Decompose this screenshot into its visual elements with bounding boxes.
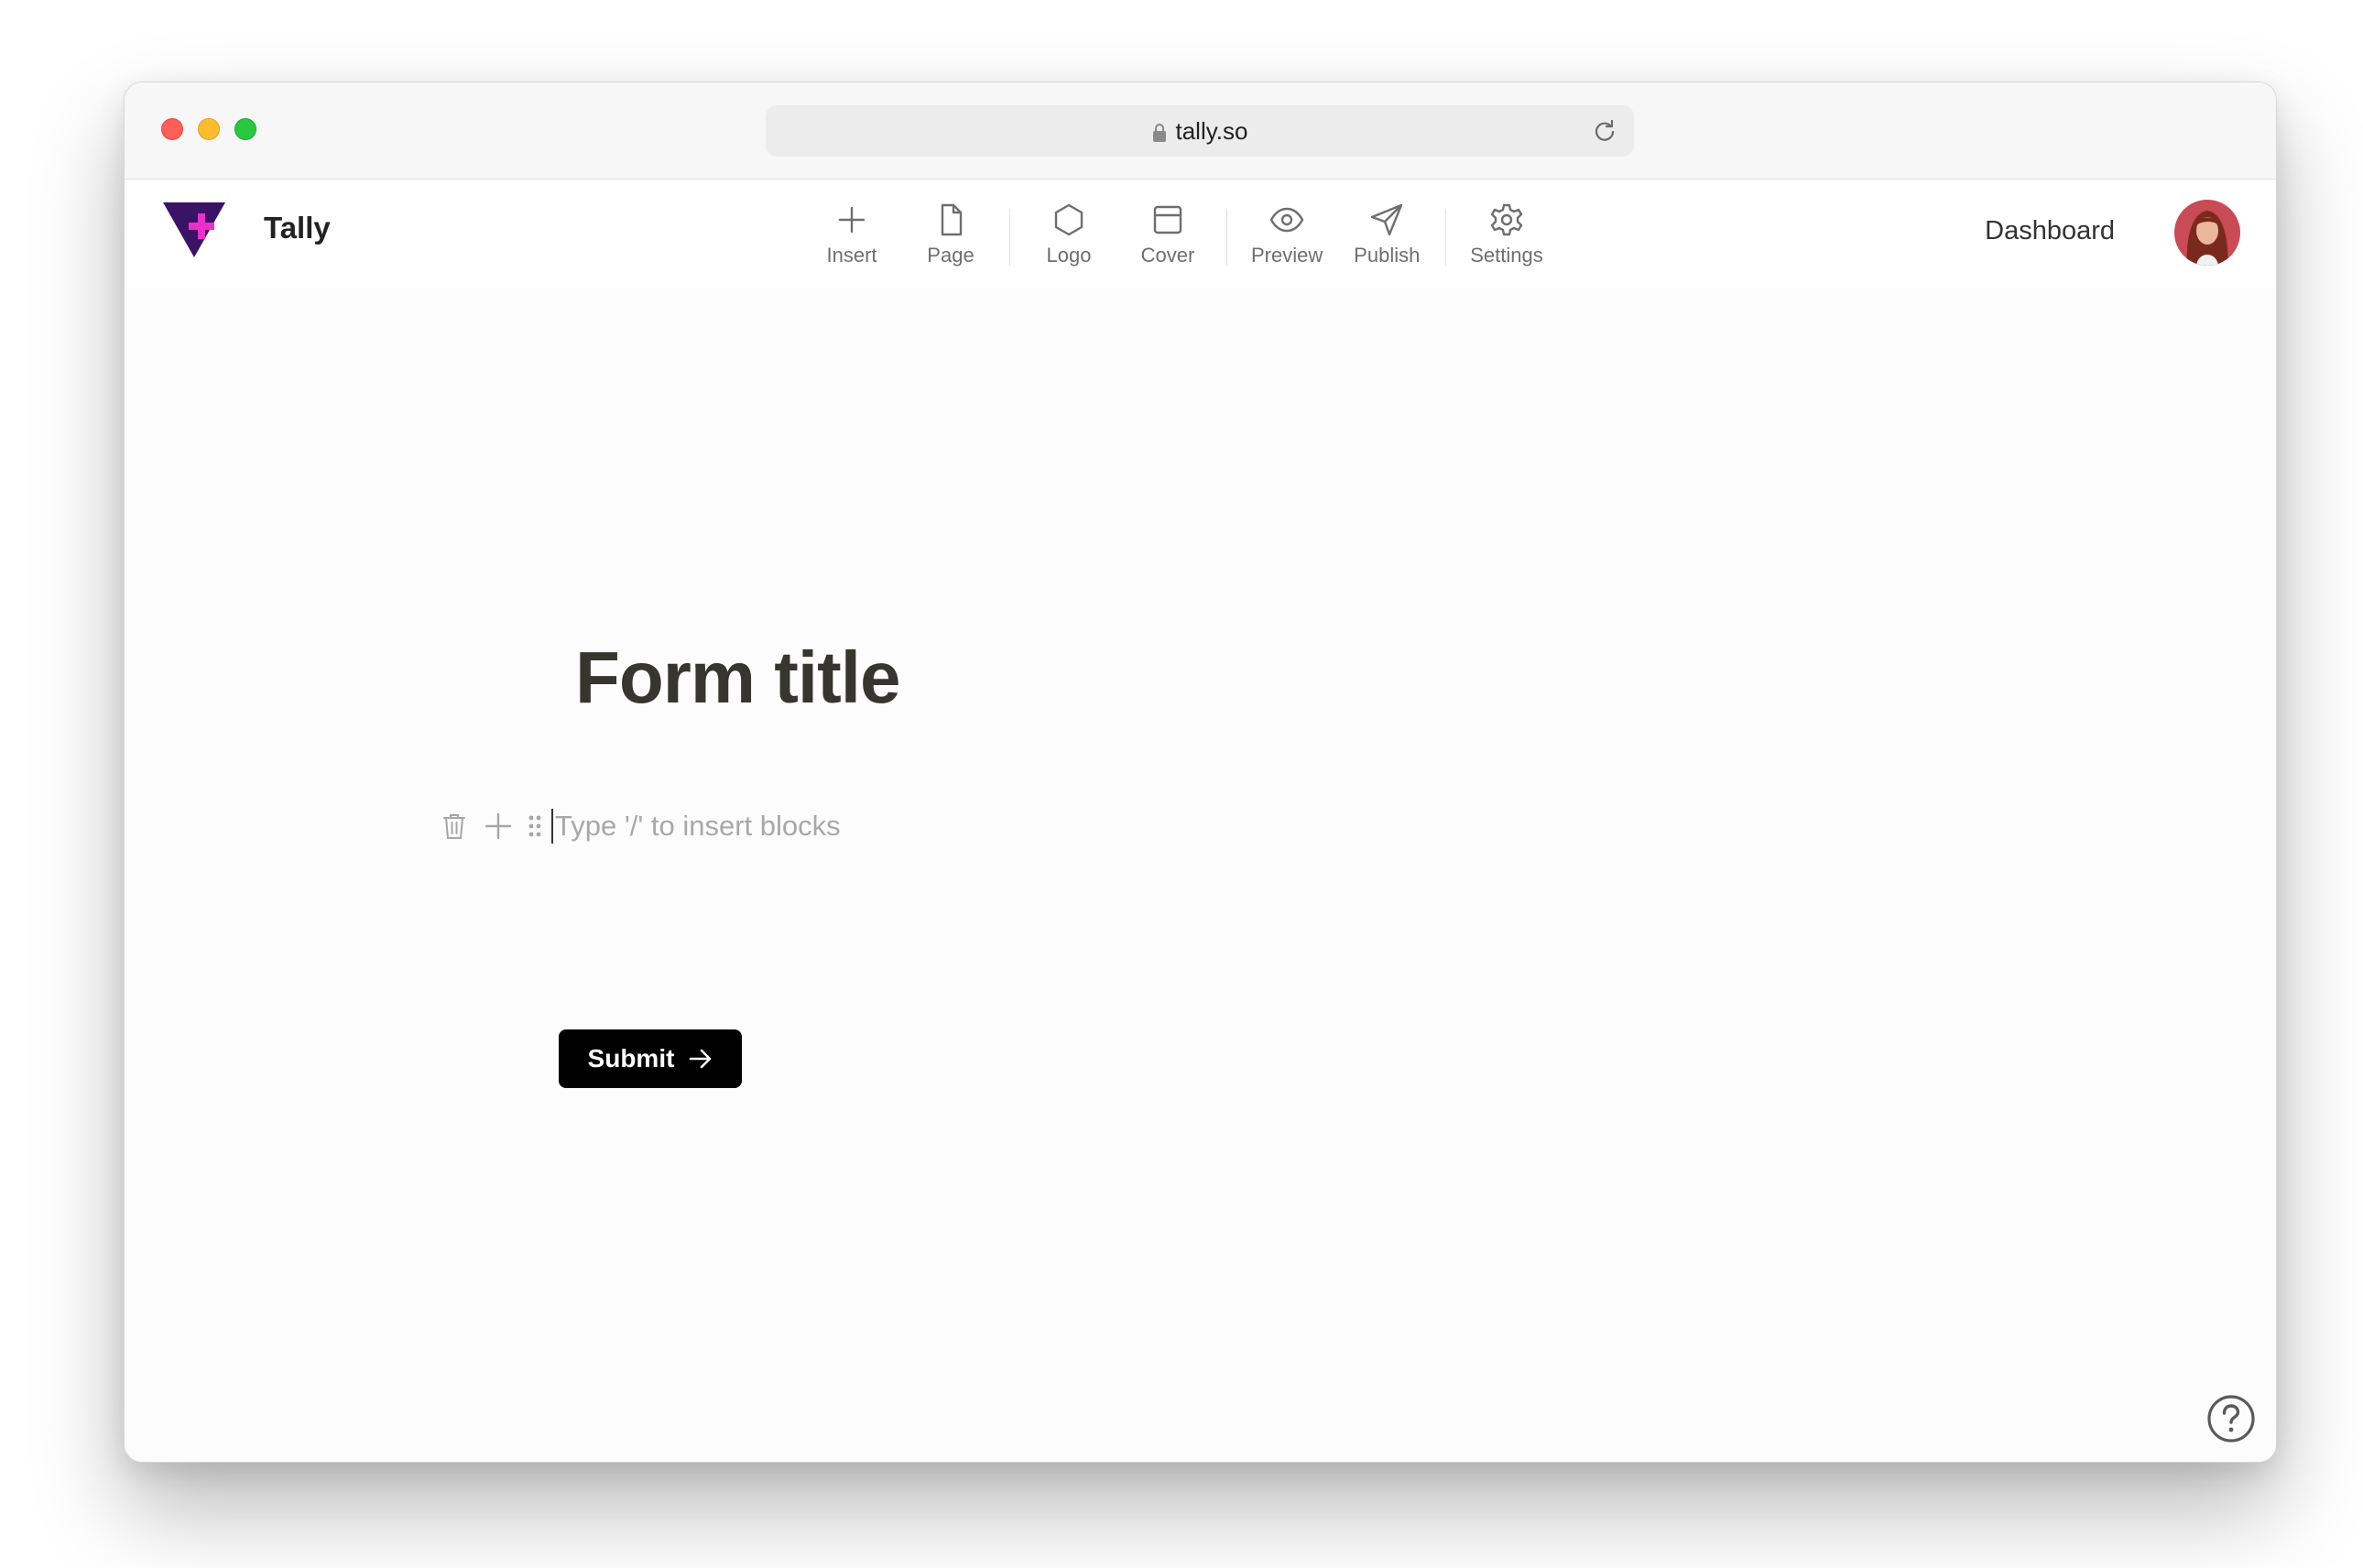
page-button[interactable]: Page [901,192,1000,267]
settings-label: Settings [1470,244,1543,267]
settings-button[interactable]: Settings [1455,192,1558,267]
url-text: tally.so [1175,116,1248,145]
publish-button[interactable]: Publish [1337,192,1436,267]
cover-icon [1153,205,1182,234]
block-input[interactable] [553,809,942,844]
gear-icon [1490,203,1523,236]
eye-icon [1269,207,1304,233]
maximize-window-button[interactable] [234,118,256,140]
arrow-right-icon [690,1049,712,1069]
drag-handle-icon [528,815,541,837]
plus-icon [838,206,866,234]
toolbar-divider [1226,209,1227,266]
tally-logo-icon[interactable] [161,201,227,259]
close-window-button[interactable] [161,118,183,140]
dashboard-link[interactable]: Dashboard [1985,216,2115,246]
reload-icon[interactable] [1592,118,1617,144]
editor-block [436,808,942,844]
logo-button[interactable]: Logo [1019,192,1118,267]
cover-button[interactable]: Cover [1118,192,1217,267]
delete-block-button[interactable] [436,808,473,844]
user-avatar[interactable] [2174,200,2240,266]
logo-label: Logo [1046,244,1092,267]
editor-toolbar: Insert Page Logo Cover Preview Publish S… [802,192,1558,275]
form-editor: Form title Type '/' to insert blocks Sub… [125,288,2276,1462]
browser-titlebar: tally.so [125,82,2276,180]
submit-label: Submit [587,1044,675,1073]
app-header: Tally Insert Page Logo Cover Preview Pub… [125,180,2276,288]
page-label: Page [927,244,975,267]
page-icon [941,203,963,236]
trash-icon [443,814,465,839]
toolbar-divider [1445,209,1447,266]
address-bar[interactable]: tally.so [766,105,1634,157]
hexagon-icon [1054,203,1083,236]
lock-icon [1152,121,1167,142]
preview-label: Preview [1251,244,1323,267]
minimize-window-button[interactable] [198,118,220,140]
cover-label: Cover [1140,244,1195,267]
help-icon[interactable] [2206,1394,2256,1443]
insert-label: Insert [826,244,877,267]
send-icon [1371,203,1403,236]
drag-handle[interactable] [524,808,546,844]
brand-name: Tally [264,211,331,245]
toolbar-divider [1009,209,1010,266]
preview-button[interactable]: Preview [1236,192,1337,267]
insert-button[interactable]: Insert [802,192,901,267]
submit-button[interactable]: Submit [559,1029,742,1088]
browser-window: tally.so Tally Insert Page Logo Cover Pr… [124,82,2277,1463]
plus-icon [485,812,512,840]
publish-label: Publish [1354,244,1421,267]
add-block-button[interactable] [480,808,517,844]
form-title[interactable]: Form title [575,636,900,720]
